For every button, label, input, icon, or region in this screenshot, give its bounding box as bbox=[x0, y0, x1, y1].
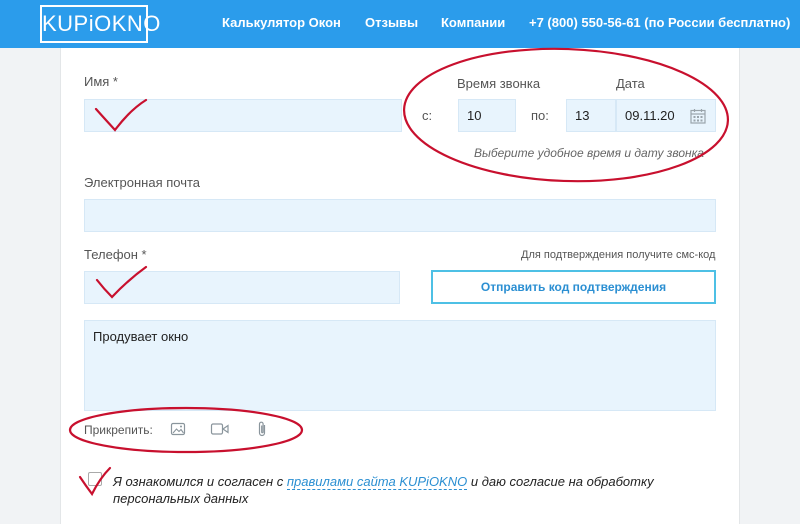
consent-text: Я ознакомился и согласен с правилами сай… bbox=[113, 473, 713, 507]
sms-hint: Для подтверждения получите смс-код bbox=[521, 249, 716, 261]
header-bar: KUPiOKNO Калькулятор Окон Отзывы Компани… bbox=[0, 0, 800, 48]
send-code-button[interactable]: Отправить код подтверждения bbox=[431, 270, 716, 304]
attach-label: Прикрепить: bbox=[84, 423, 153, 437]
nav-calculator[interactable]: Калькулятор Окон bbox=[222, 15, 341, 30]
date-label: Дата bbox=[616, 76, 645, 91]
time-to-input[interactable]: 13 bbox=[566, 99, 616, 132]
from-label: с: bbox=[422, 108, 433, 123]
image-icon[interactable] bbox=[170, 421, 186, 437]
call-time-label: Время звонка bbox=[457, 76, 541, 91]
to-label: по: bbox=[531, 108, 549, 123]
time-from-value: 10 bbox=[467, 108, 482, 123]
video-icon[interactable] bbox=[210, 421, 230, 437]
calendar-icon[interactable] bbox=[689, 107, 707, 125]
message-textarea[interactable]: Продувает окно bbox=[84, 320, 716, 411]
consent-prefix: Я ознакомился и согласен с bbox=[113, 474, 287, 489]
name-label: Имя * bbox=[84, 74, 118, 89]
nav-reviews[interactable]: Отзывы bbox=[365, 15, 418, 30]
email-label: Электронная почта bbox=[84, 175, 201, 190]
time-from-input[interactable]: 10 bbox=[458, 99, 516, 132]
name-input[interactable] bbox=[84, 99, 402, 132]
nav-companies[interactable]: Компании bbox=[441, 15, 505, 30]
logo[interactable]: KUPiOKNO bbox=[40, 5, 160, 43]
date-value: 09.11.20 bbox=[625, 108, 675, 123]
site-rules-link[interactable]: правилами сайта KUPiOKNO bbox=[286, 474, 468, 490]
date-input[interactable]: 09.11.20 bbox=[616, 99, 716, 132]
phone-input[interactable] bbox=[84, 271, 400, 304]
time-to-value: 13 bbox=[575, 108, 590, 123]
phone-label: Телефон * bbox=[84, 247, 147, 262]
nav-phone[interactable]: +7 (800) 550-56-61 (по России бесплатно) bbox=[529, 15, 790, 30]
consent-checkbox[interactable] bbox=[88, 472, 102, 486]
message-value: Продувает окно bbox=[93, 329, 189, 344]
paperclip-icon[interactable] bbox=[255, 420, 269, 438]
call-time-hint: Выберите удобное время и дату звонка bbox=[474, 146, 704, 160]
email-input[interactable] bbox=[84, 199, 716, 232]
